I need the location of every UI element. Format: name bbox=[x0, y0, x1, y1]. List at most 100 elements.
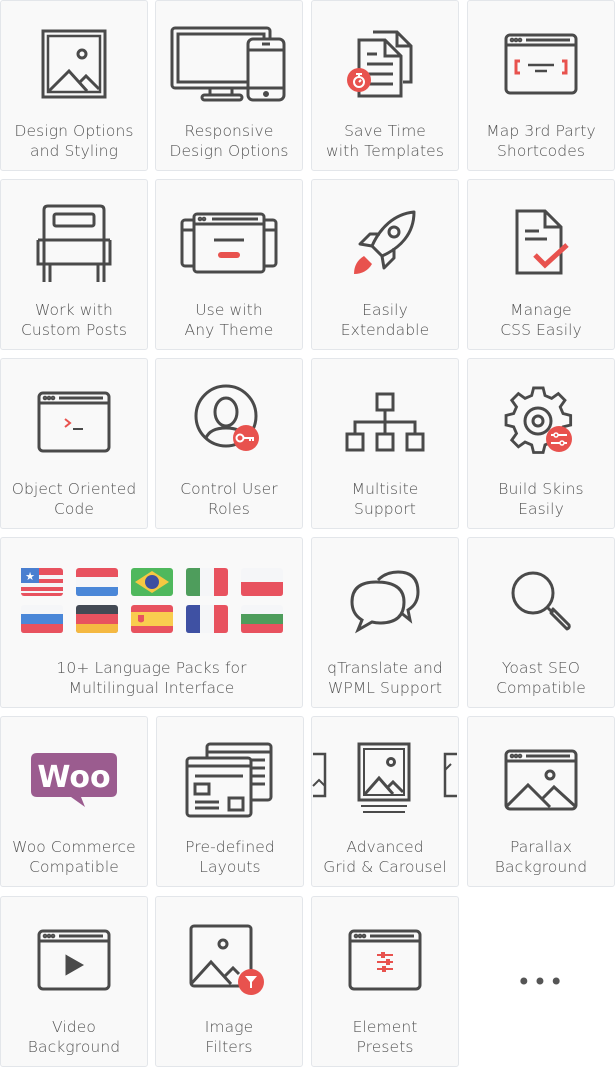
feature-label: Compatible bbox=[29, 858, 119, 876]
feature-label: 10+ Language Packs for bbox=[56, 659, 247, 677]
feature-tile: Advanced Grid & Carousel bbox=[311, 716, 459, 887]
feature-label: qTranslate and bbox=[327, 659, 443, 677]
feature-label: Background bbox=[27, 1038, 121, 1056]
gear-sliders-icon bbox=[504, 386, 573, 454]
feature-label: Map 3rd Party bbox=[486, 122, 596, 140]
feature-tile: Work with Custom Posts bbox=[0, 179, 148, 350]
feature-tile: ★ 10+ Language Packs for Multilingual Int… bbox=[0, 537, 303, 708]
rocket-icon bbox=[354, 210, 416, 274]
image-frame-icon bbox=[41, 29, 107, 99]
feature-label: Presets bbox=[356, 1038, 414, 1056]
css-check-document-icon bbox=[515, 209, 569, 275]
usa-flag-icon: ★ bbox=[20, 568, 63, 596]
monitor-phone-icon bbox=[170, 26, 286, 102]
feature-label: Easily bbox=[518, 500, 564, 518]
woo-logo-icon: Woo bbox=[31, 753, 117, 807]
video-window-icon bbox=[37, 929, 111, 991]
feature-tile: Element Presets bbox=[311, 896, 459, 1067]
feature-label: Compatible bbox=[496, 679, 586, 697]
feature-tile: Easily Extendable bbox=[311, 179, 459, 350]
feature-tile: Parallax Background bbox=[467, 716, 615, 887]
templates-timer-icon bbox=[347, 30, 413, 98]
italy-flag-icon bbox=[185, 568, 228, 596]
sitemap-icon bbox=[345, 392, 425, 452]
feature-tile: Image Filters bbox=[155, 896, 303, 1067]
feature-label: and Styling bbox=[29, 142, 118, 160]
feature-tile: Multisite Support bbox=[311, 358, 459, 529]
feature-label: Parallax bbox=[509, 838, 573, 856]
flags-icon: ★ bbox=[20, 568, 283, 633]
brazil-flag-icon bbox=[130, 568, 173, 596]
feature-label: Yoast SEO bbox=[501, 659, 581, 677]
feature-label: Image bbox=[204, 1018, 254, 1036]
russia-flag-icon bbox=[20, 605, 63, 633]
feature-label: Element bbox=[352, 1018, 418, 1036]
feature-label: Layouts bbox=[199, 858, 261, 876]
layouts-icon bbox=[185, 742, 273, 818]
feature-tile: Pre-defined Layouts bbox=[156, 716, 304, 887]
feature-label: Responsive bbox=[184, 122, 274, 140]
germany-flag-icon bbox=[75, 605, 118, 633]
feature-label: Woo Commerce bbox=[12, 838, 136, 856]
feature-label: with Templates bbox=[325, 142, 444, 160]
feature-label: Easily bbox=[362, 301, 408, 319]
feature-tile: Build Skins Easily bbox=[467, 358, 615, 529]
feature-label: Manage bbox=[510, 301, 572, 319]
feature-tile: Use with Any Theme bbox=[155, 179, 303, 350]
feature-tile: Responsive Design Options bbox=[155, 0, 303, 171]
feature-label: Custom Posts bbox=[20, 321, 127, 339]
feature-tile: Save Time with Templates bbox=[311, 0, 459, 171]
feature-tile: Woo Woo Commerce Compatible bbox=[0, 716, 148, 887]
feature-tile: Map 3rd Party Shortcodes bbox=[467, 0, 615, 171]
speech-bubbles-icon bbox=[350, 570, 420, 634]
feature-label: Roles bbox=[208, 500, 250, 518]
user-key-icon bbox=[194, 384, 259, 451]
feature-tile: Object Oriented Code bbox=[0, 358, 148, 529]
terminal-window-icon bbox=[37, 391, 111, 453]
poland-flag-icon bbox=[240, 568, 283, 596]
feature-label: Filters bbox=[205, 1038, 253, 1056]
carousel-icon bbox=[312, 742, 457, 813]
feature-label: Control User bbox=[180, 480, 278, 498]
feature-tile: Yoast SEO Compatible bbox=[467, 537, 615, 708]
feature-label: Object Oriented bbox=[11, 480, 137, 498]
feature-tile: Control User Roles bbox=[155, 358, 303, 529]
magnifier-icon bbox=[511, 571, 571, 631]
parallax-window-icon bbox=[504, 749, 578, 811]
feature-label: Shortcodes bbox=[496, 142, 586, 160]
feature-label: Design Options bbox=[14, 122, 134, 140]
custom-posts-icon bbox=[36, 204, 112, 282]
feature-tile: Video Background bbox=[0, 896, 148, 1067]
more-features-indicator: ••• bbox=[516, 968, 566, 996]
feature-label: Video bbox=[52, 1018, 96, 1036]
feature-label: Pre-defined bbox=[185, 838, 275, 856]
feature-label: CSS Easily bbox=[500, 321, 582, 339]
feature-label: Build Skins bbox=[498, 480, 584, 498]
theme-windows-icon bbox=[180, 212, 278, 274]
bulgaria-flag-icon bbox=[240, 605, 283, 633]
svg-text:Woo: Woo bbox=[37, 760, 110, 795]
feature-tile: qTranslate and WPML Support bbox=[311, 537, 459, 708]
feature-label: Use with bbox=[195, 301, 263, 319]
svg-text:★: ★ bbox=[25, 570, 35, 583]
shortcode-window-icon bbox=[504, 33, 578, 95]
feature-tile: Design Options and Styling bbox=[0, 0, 148, 171]
feature-label: Code bbox=[53, 500, 95, 518]
feature-tile: Manage CSS Easily bbox=[467, 179, 615, 350]
feature-label: Multisite bbox=[351, 480, 419, 498]
feature-label: Support bbox=[354, 500, 416, 518]
feature-label: Background bbox=[494, 858, 588, 876]
spain-flag-icon bbox=[130, 605, 173, 633]
netherlands-flag-icon bbox=[75, 568, 118, 596]
feature-label: Design Options bbox=[169, 142, 289, 160]
feature-label: Advanced bbox=[346, 838, 424, 856]
feature-label: Grid & Carousel bbox=[323, 858, 447, 876]
presets-window-icon bbox=[348, 929, 422, 991]
feature-label: Extendable bbox=[340, 321, 430, 339]
image-filter-icon bbox=[189, 924, 264, 995]
feature-label: Multilingual Interface bbox=[68, 679, 235, 697]
feature-label: Save Time bbox=[344, 122, 426, 140]
feature-label: Work with bbox=[35, 301, 113, 319]
feature-label: Any Theme bbox=[184, 321, 274, 339]
france-flag-icon bbox=[185, 605, 228, 633]
